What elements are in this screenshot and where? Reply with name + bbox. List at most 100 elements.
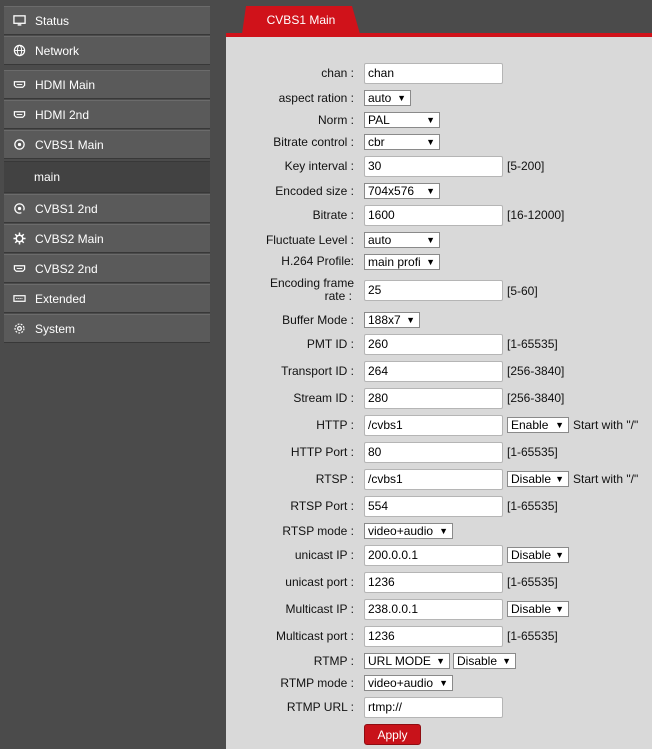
http-port-input[interactable]: 80 (364, 442, 503, 463)
chevron-down-icon: ▼ (426, 137, 435, 147)
multicast-enable-select[interactable]: Disable ▼ (507, 601, 569, 617)
sidebar-item-hdmi-main[interactable]: HDMI Main (4, 70, 210, 99)
sidebar-item-cvbs2-main[interactable]: CVBS2 Main (4, 224, 210, 253)
http-port-range: [1-65535] (507, 445, 558, 459)
sidebar-item-label: CVBS1 2nd (35, 201, 98, 216)
key-interval-input[interactable]: 30 (364, 156, 503, 177)
frame-rate-label-line2: rate : (324, 289, 352, 303)
encoded-size-select[interactable]: 704x576 ▼ (364, 183, 440, 199)
select-value: auto (368, 233, 392, 247)
encoded-size-label: Encoded size : (275, 184, 354, 198)
http-path-input[interactable]: /cvbs1 (364, 415, 503, 436)
sidebar-item-network[interactable]: Network (4, 36, 210, 65)
unicast-ip-input[interactable]: 200.0.0.1 (364, 545, 503, 566)
rtsp-label: RTSP : (315, 472, 354, 486)
http-port-label: HTTP Port : (290, 445, 354, 459)
rtsp-enable-select[interactable]: Disable ▼ (507, 471, 569, 487)
rtmp-enable-select[interactable]: Disable ▼ (453, 653, 516, 669)
gear-icon (12, 232, 26, 246)
chevron-down-icon: ▼ (426, 257, 435, 267)
select-value: cbr (368, 135, 385, 149)
tab-bar: CVBS1 Main (226, 6, 652, 37)
select-value: Disable (511, 472, 552, 486)
hdmi-icon (12, 108, 26, 122)
sidebar-item-cvbs1-2nd[interactable]: CVBS1 2nd (4, 194, 210, 223)
http-path-hint: Start with "/" (573, 418, 639, 432)
norm-select[interactable]: PAL ▼ (364, 112, 440, 128)
rtmp-url-input[interactable]: rtmp:// (364, 697, 503, 718)
frame-rate-range: [5-60] (507, 284, 538, 298)
rtsp-port-input[interactable]: 554 (364, 496, 503, 517)
aspect-ratio-select[interactable]: auto ▼ (364, 90, 411, 106)
sidebar: Status Network HDMI Main HDMI 2nd CVBS1 … (0, 0, 213, 749)
key-interval-range: [5-200] (507, 159, 545, 173)
sidebar-item-label: System (35, 321, 76, 336)
select-value: Enable (511, 418, 549, 432)
h264-profile-select[interactable]: main profi ▼ (364, 254, 440, 270)
bitrate-label: Bitrate : (312, 208, 354, 222)
sidebar-item-extended[interactable]: Extended (4, 284, 210, 313)
select-value: 188x7 (368, 313, 401, 327)
chevron-down-icon: ▼ (502, 656, 511, 666)
select-value: PAL (368, 113, 390, 127)
stream-id-input[interactable]: 280 (364, 388, 503, 409)
chevron-down-icon: ▼ (426, 235, 435, 245)
sidebar-item-system[interactable]: System (4, 314, 210, 343)
rtmp-mode-type-select[interactable]: URL MODE ▼ (364, 653, 450, 669)
buffer-mode-select[interactable]: 188x7 ▼ (364, 312, 420, 328)
h264-profile-label: H.264 Profile: (281, 254, 354, 268)
pmt-id-range: [1-65535] (507, 337, 558, 351)
fluctuate-level-select[interactable]: auto ▼ (364, 232, 440, 248)
http-enable-select[interactable]: Enable ▼ (507, 417, 569, 433)
globe-icon (12, 44, 26, 58)
unicast-port-range: [1-65535] (507, 575, 558, 589)
sidebar-item-label: main (34, 170, 61, 184)
chevron-down-icon: ▼ (436, 656, 445, 666)
frame-rate-input[interactable]: 25 (364, 280, 503, 301)
select-value: video+audio (368, 676, 434, 690)
unicast-enable-select[interactable]: Disable ▼ (507, 547, 569, 563)
sidebar-item-label: Status (35, 13, 70, 28)
hdmi-icon (12, 262, 26, 276)
sidebar-item-hdmi-2nd[interactable]: HDMI 2nd (4, 100, 210, 129)
unicast-port-input[interactable]: 1236 (364, 572, 503, 593)
sidebar-item-label: HDMI Main (35, 77, 96, 92)
bitrate-input[interactable]: 1600 (364, 205, 503, 226)
rtsp-path-input[interactable]: /cvbs1 (364, 469, 503, 490)
chevron-down-icon: ▼ (555, 420, 564, 430)
tab-underline (226, 33, 652, 37)
sidebar-item-cvbs1-main[interactable]: CVBS1 Main (4, 130, 210, 159)
tab-cvbs1-main[interactable]: CVBS1 Main (242, 6, 360, 34)
bitrate-control-select[interactable]: cbr ▼ (364, 134, 440, 150)
transport-id-input[interactable]: 264 (364, 361, 503, 382)
http-label: HTTP : (316, 418, 354, 432)
apply-button[interactable]: Apply (364, 724, 421, 745)
sidebar-item-status[interactable]: Status (4, 6, 210, 35)
multicast-port-input[interactable]: 1236 (364, 626, 503, 647)
sidebar-item-label: CVBS2 2nd (35, 261, 98, 276)
key-interval-label: Key interval : (284, 159, 354, 173)
chevron-down-icon: ▼ (397, 93, 406, 103)
rtmp-stream-mode-label: RTMP mode : (280, 676, 354, 690)
pmt-id-label: PMT ID : (306, 337, 354, 351)
select-value: Disable (511, 602, 552, 616)
multicast-port-range: [1-65535] (507, 629, 558, 643)
settings-panel: CVBS1 Main chan : chan aspect ration : a… (226, 6, 652, 749)
sidebar-item-cvbs2-2nd[interactable]: CVBS2 2nd (4, 254, 210, 283)
multicast-port-label: Multicast port : (275, 629, 354, 643)
chevron-down-icon: ▼ (555, 550, 564, 560)
chan-input[interactable]: chan (364, 63, 503, 84)
select-value: video+audio (368, 524, 434, 538)
pmt-id-input[interactable]: 260 (364, 334, 503, 355)
chevron-down-icon: ▼ (555, 604, 564, 614)
bitrate-range: [16-12000] (507, 208, 565, 222)
rtsp-mode-label: RTSP mode : (282, 524, 354, 538)
cog-icon (12, 322, 26, 336)
rtmp-stream-mode-select[interactable]: video+audio ▼ (364, 675, 453, 691)
norm-label: Norm : (318, 113, 354, 127)
sidebar-subitem-main[interactable]: main (4, 161, 210, 193)
bitrate-control-label: Bitrate control : (273, 135, 354, 149)
stream-id-label: Stream ID : (293, 391, 354, 405)
rtsp-mode-select[interactable]: video+audio ▼ (364, 523, 453, 539)
multicast-ip-input[interactable]: 238.0.0.1 (364, 599, 503, 620)
